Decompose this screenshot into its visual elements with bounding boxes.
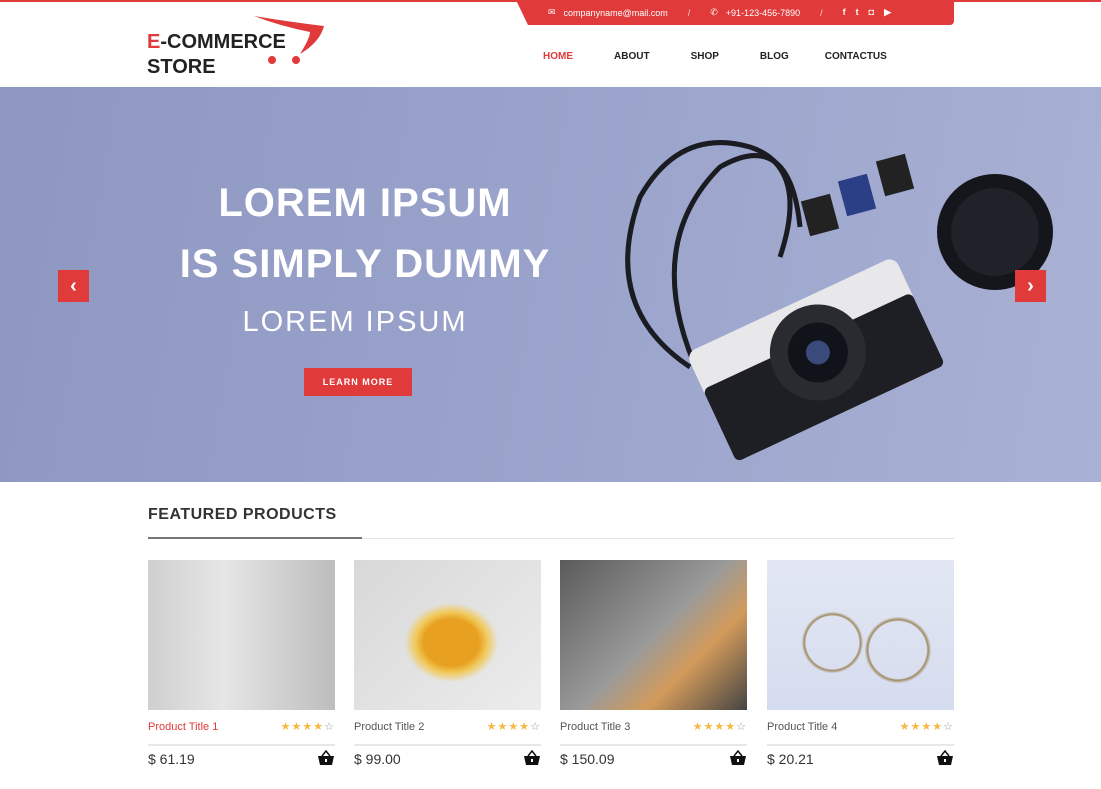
email-text: companyname@mail.com: [563, 7, 668, 18]
hero-slider: LOREM IPSUM IS SIMPLY DUMMY LOREM IPSUM …: [0, 87, 1101, 482]
phone-text: +91-123-456-7890: [725, 7, 801, 18]
basket-icon[interactable]: [317, 750, 335, 766]
divider: [148, 744, 335, 746]
divider: /: [687, 7, 691, 18]
next-slide-button[interactable]: ›: [1015, 270, 1046, 302]
basket-icon[interactable]: [729, 750, 747, 766]
divider: [560, 744, 747, 746]
camera-image: [625, 140, 1053, 461]
logo-text: -COMMERCE: [160, 31, 286, 53]
hero-subheading: LOREM IPSUM: [242, 306, 468, 338]
chevron-left-icon: ‹: [70, 274, 77, 297]
nav-about[interactable]: ABOUT: [614, 51, 650, 62]
product-price: $ 20.21: [767, 751, 814, 767]
hero-heading-line2: IS SIMPLY DUMMY: [179, 242, 551, 286]
phone-link[interactable]: ✆ +91-123-456-7890: [710, 7, 800, 18]
youtube-icon[interactable]: ▶: [884, 7, 891, 18]
product-title[interactable]: Product Title 3: [560, 721, 630, 733]
divider: [354, 744, 541, 746]
chevron-right-icon: ›: [1027, 274, 1034, 297]
rating-stars: ★★★★☆: [486, 721, 541, 733]
product-card[interactable]: Product Title 1 ★★★★☆ $ 61.19: [148, 560, 335, 767]
product-price: $ 61.19: [148, 751, 195, 767]
product-price: $ 150.09: [560, 751, 615, 767]
product-image[interactable]: [354, 560, 541, 710]
contact-bar: ✉ companyname@mail.com / ✆ +91-123-456-789…: [516, 0, 954, 25]
twitter-icon[interactable]: t: [856, 7, 859, 18]
divider: [767, 744, 954, 746]
nav-contact[interactable]: CONTACTUS: [825, 51, 887, 62]
product-title[interactable]: Product Title 1: [148, 721, 218, 733]
nav-shop[interactable]: SHOP: [691, 51, 719, 62]
logo[interactable]: E-COMMERCE STORE: [147, 30, 286, 80]
product-image[interactable]: [767, 560, 954, 710]
email-link[interactable]: ✉ companyname@mail.com: [548, 7, 668, 18]
hero-heading-line1: LOREM IPSUM: [218, 181, 512, 225]
rating-stars: ★★★★☆: [692, 721, 747, 733]
facebook-icon[interactable]: f: [843, 7, 846, 18]
product-price: $ 99.00: [354, 751, 401, 767]
mail-icon: ✉: [548, 7, 556, 17]
prev-slide-button[interactable]: ‹: [58, 270, 89, 302]
product-image[interactable]: [560, 560, 747, 710]
product-card[interactable]: Product Title 4 ★★★★☆ $ 20.21: [767, 560, 954, 767]
rating-stars: ★★★★☆: [280, 721, 335, 733]
learn-more-button[interactable]: LEARN MORE: [304, 368, 412, 396]
rating-stars: ★★★★☆: [899, 721, 954, 733]
divider: /: [820, 7, 823, 18]
logo-e: E: [147, 31, 161, 53]
basket-icon[interactable]: [523, 750, 541, 766]
featured-title: FEATURED PRODUCTS: [148, 506, 337, 523]
phone-icon: ✆: [710, 7, 718, 17]
section-underline: [148, 537, 362, 539]
product-card[interactable]: Product Title 2 ★★★★☆ $ 99.00: [354, 560, 541, 767]
nav-blog[interactable]: BLOG: [760, 51, 789, 62]
product-card[interactable]: Product Title 3 ★★★★☆ $ 150.09: [560, 560, 747, 767]
product-title[interactable]: Product Title 4: [767, 721, 837, 733]
product-image[interactable]: [148, 560, 335, 710]
nav-home[interactable]: HOME: [543, 51, 573, 62]
instagram-icon[interactable]: ◘: [869, 7, 874, 18]
product-title[interactable]: Product Title 2: [354, 721, 424, 733]
main-nav: HOME ABOUT SHOP BLOG CONTACTUS: [543, 51, 887, 62]
logo-line2: STORE: [147, 56, 216, 78]
basket-icon[interactable]: [936, 750, 954, 766]
